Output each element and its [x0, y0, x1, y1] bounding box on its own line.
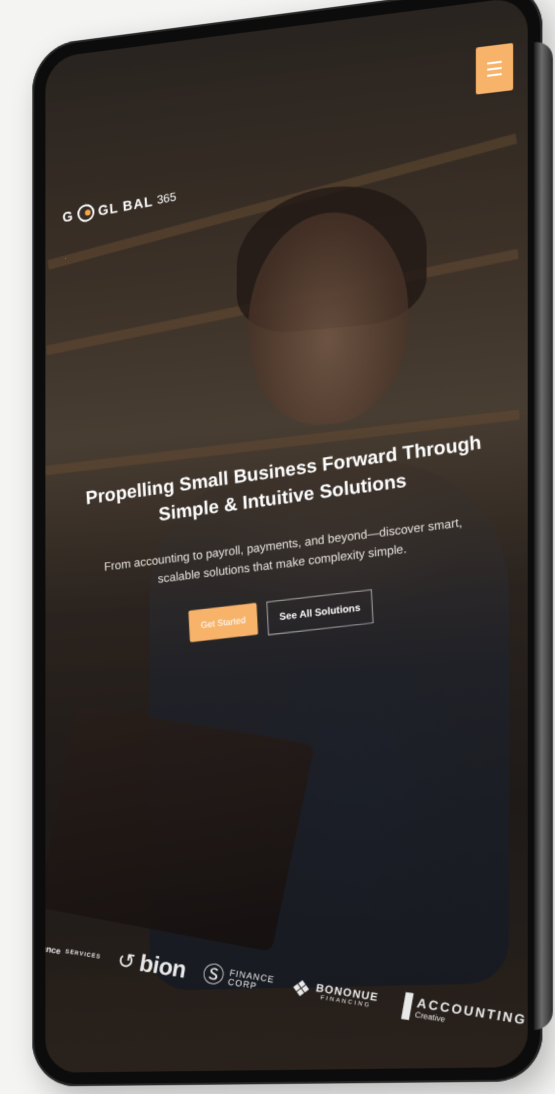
- partner-name: bion: [137, 950, 189, 984]
- partner-logo-bononue: ❖ BONONUE FINANCING: [289, 974, 379, 1012]
- hamburger-icon: [487, 66, 502, 71]
- partner-name: ance: [45, 942, 62, 956]
- partner-logos: ance SERVICES ↺ bion Ⓢ FINANCE CORP ❖ BO…: [45, 901, 527, 1062]
- device-edge: [534, 40, 553, 1030]
- accounting-bars-icon: ▐: [393, 990, 414, 1019]
- hamburger-icon: [487, 60, 502, 65]
- tablet-device: G GL BAL 365 Propelling Small Business F…: [32, 0, 553, 1087]
- bion-icon: ↺: [115, 947, 138, 975]
- partner-logo-ance: ance SERVICES: [45, 942, 102, 962]
- menu-button[interactable]: [475, 42, 514, 95]
- see-all-solutions-button[interactable]: See All Solutions: [266, 589, 374, 636]
- partner-logo-accounting: ▐ ACCOUNTING Creative: [393, 990, 528, 1037]
- partner-logo-strip: ance SERVICES ↺ bion Ⓢ FINANCE CORP ❖ BO…: [45, 935, 527, 1048]
- logo-number: 365: [156, 189, 177, 207]
- finance-s-icon: Ⓢ: [200, 960, 227, 989]
- partner-tagline: SERVICES: [64, 948, 102, 960]
- partner-logo-finance-corp: Ⓢ FINANCE CORP: [200, 960, 276, 996]
- logo-mark-icon: [76, 202, 95, 224]
- bononue-icon: ❖: [289, 974, 313, 1003]
- get-started-button[interactable]: Get Started: [188, 602, 259, 643]
- partner-logo-bion: ↺ bion: [115, 947, 188, 985]
- logo-text-start: G: [61, 207, 75, 226]
- hamburger-icon: [487, 73, 502, 77]
- screen: G GL BAL 365 Propelling Small Business F…: [45, 0, 528, 1073]
